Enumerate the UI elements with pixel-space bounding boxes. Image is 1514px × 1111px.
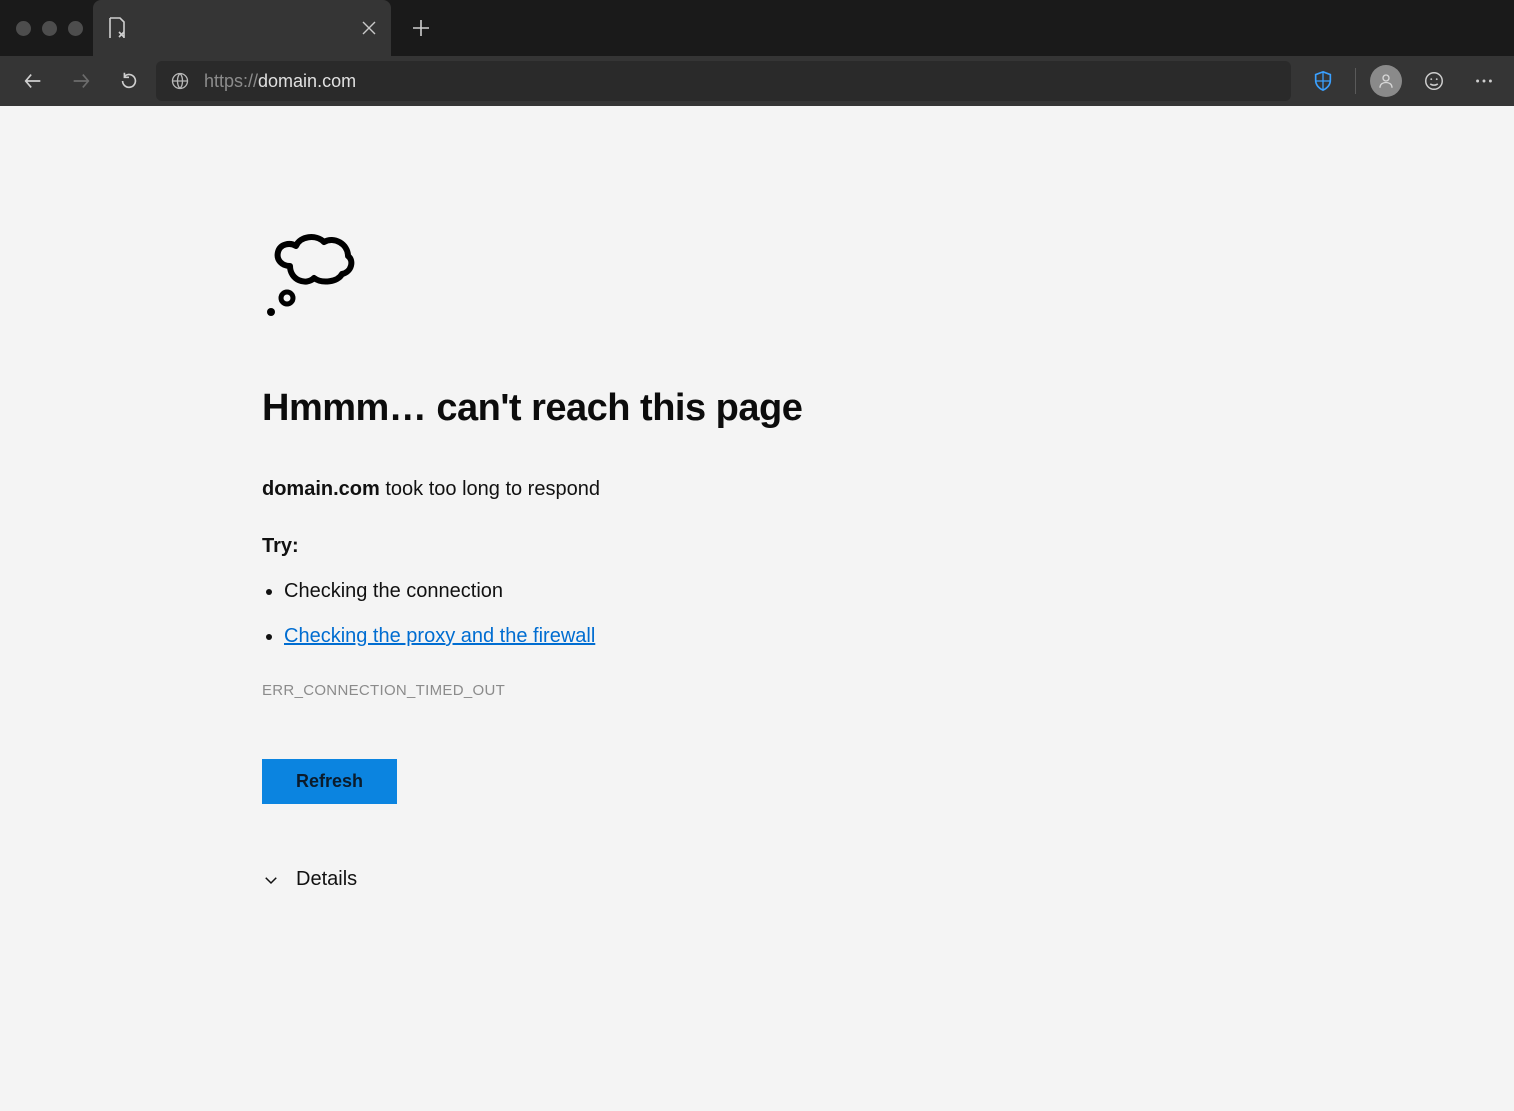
tab-page-error-icon [107, 17, 127, 39]
ellipsis-icon [1473, 70, 1495, 92]
thought-bubble-icon [262, 224, 882, 329]
error-host: domain.com [262, 478, 380, 500]
tracking-prevention-button[interactable] [1305, 63, 1341, 99]
window-controls[interactable] [10, 21, 93, 36]
details-label: Details [296, 868, 357, 891]
error-title: Hmmm… can't reach this page [262, 387, 882, 430]
suggestion-check-connection: Checking the connection [284, 580, 882, 603]
toolbar-right [1305, 63, 1502, 99]
new-tab-button[interactable] [403, 10, 439, 46]
url-host: domain.com [258, 71, 356, 91]
plus-icon [412, 19, 430, 37]
error-code: ERR_CONNECTION_TIMED_OUT [262, 682, 882, 699]
arrow-right-icon [70, 70, 92, 92]
person-icon [1377, 72, 1395, 90]
browser-tab[interactable] [93, 0, 391, 56]
forward-button [60, 61, 102, 101]
feedback-button[interactable] [1416, 63, 1452, 99]
arrow-left-icon [22, 70, 44, 92]
address-bar[interactable]: https://domain.com [156, 61, 1291, 101]
refresh-button[interactable] [108, 61, 150, 101]
error-subtitle-text: took too long to respond [380, 478, 600, 500]
refresh-icon [118, 70, 140, 92]
url-scheme: https:// [204, 71, 258, 91]
globe-icon [170, 71, 190, 91]
tab-strip [0, 0, 1514, 56]
error-page: Hmmm… can't reach this page domain.com t… [0, 106, 1514, 1111]
browser-chrome: https://domain.com [0, 0, 1514, 106]
url-text: https://domain.com [204, 71, 356, 92]
chevron-down-icon [262, 871, 280, 889]
close-tab-icon[interactable] [361, 20, 377, 36]
try-suggestion-list: Checking the connection Checking the pro… [262, 580, 882, 648]
list-item: Checking the proxy and the firewall [284, 625, 882, 648]
more-menu-button[interactable] [1466, 63, 1502, 99]
toolbar-divider [1355, 68, 1356, 94]
browser-toolbar: https://domain.com [0, 56, 1514, 106]
profile-button[interactable] [1370, 65, 1402, 97]
suggestion-check-proxy-link[interactable]: Checking the proxy and the firewall [284, 625, 595, 647]
close-window-icon[interactable] [16, 21, 31, 36]
refresh-page-button[interactable]: Refresh [262, 759, 397, 804]
details-toggle[interactable]: Details [262, 868, 882, 891]
error-content: Hmmm… can't reach this page domain.com t… [262, 224, 882, 891]
shield-icon [1312, 70, 1334, 92]
error-subtitle: domain.com took too long to respond [262, 478, 882, 501]
smiley-icon [1423, 70, 1445, 92]
minimize-window-icon[interactable] [42, 21, 57, 36]
maximize-window-icon[interactable] [68, 21, 83, 36]
back-button[interactable] [12, 61, 54, 101]
try-label: Try: [262, 535, 882, 558]
